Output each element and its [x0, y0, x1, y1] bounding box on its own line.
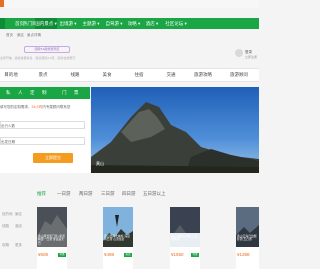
- filter-three-day[interactable]: 三日游: [101, 188, 115, 200]
- mountain-photo: [91, 87, 259, 173]
- nav-item-hotels[interactable]: 酒店 ▾: [143, 18, 161, 29]
- filter-four-day[interactable]: 四日游: [122, 188, 136, 200]
- header-char: 私: [6, 90, 11, 95]
- register-link[interactable]: 立即注册: [245, 55, 257, 59]
- nav-item-community[interactable]: 社区论坛 ▾: [163, 18, 189, 29]
- desc-text: 内专属顾问联系您: [42, 105, 71, 109]
- tab-lodging[interactable]: 住宿: [128, 69, 150, 81]
- tab-routes[interactable]: 线路: [64, 69, 86, 81]
- booking-description: 填写您的定制需求，24小时内专属顾问联系您: [0, 105, 70, 110]
- tab-attractions[interactable]: 景点: [32, 69, 54, 81]
- nav-home-marker[interactable]: [0, 18, 5, 29]
- site-logo[interactable]: [0, 0, 4, 7]
- booking-panel-header: 私 人 定 制 门 票: [0, 87, 90, 99]
- side-link[interactable]: 酒店: [15, 224, 22, 229]
- duration-filter: 推荐 一日游 两日游 三日游 四日游 五日游以上: [0, 188, 259, 200]
- header-char: 定: [30, 90, 35, 95]
- nav-item-theme[interactable]: 主题游 ▾: [81, 18, 101, 29]
- product-card[interactable]: 黄山云海日出摄影团 五日游 ¥1388: [236, 207, 259, 269]
- breadcrumb-item[interactable]: 景区: [17, 33, 24, 38]
- nav-item-self-drive[interactable]: 自驾游 ▾: [104, 18, 124, 29]
- rating-tag: 国家5A级旅游景区: [24, 46, 70, 53]
- product-price: ¥608: [38, 252, 49, 257]
- desc-highlight: 24小时: [31, 105, 43, 109]
- breadcrumb-item[interactable]: 首页: [6, 33, 13, 38]
- travelers-field[interactable]: 出行人数: [0, 121, 85, 129]
- product-price: ¥1550: [171, 252, 184, 257]
- product-card[interactable]: 黄山+宏村+西递 三日经典游 ¥1550 特惠: [170, 207, 200, 269]
- avatar[interactable]: [235, 49, 243, 57]
- tab-food[interactable]: 美食: [96, 69, 118, 81]
- header-char: 门: [62, 90, 67, 95]
- side-link[interactable]: 更多: [15, 243, 22, 248]
- attraction-summary: 全年开放 · 适合春夏秋冬 · 建议游玩2-3天 · 实时在线预订: [0, 56, 76, 60]
- tab-destination[interactable]: 目的地: [0, 69, 22, 81]
- date-field[interactable]: 出发日期: [0, 137, 85, 145]
- hero-caption: 黄山: [96, 161, 104, 166]
- filter-recommended[interactable]: 推荐: [37, 188, 46, 200]
- product-title: 黄山西海大峡谷 深度两日游 山顶住宿: [104, 234, 130, 242]
- side-link[interactable]: 景区: [15, 212, 22, 217]
- product-card[interactable]: 黄山西海大峡谷 深度两日游 山顶住宿 ¥498 热卖: [103, 207, 133, 269]
- product-title: 黄山云海日出摄影团 五日游: [237, 234, 257, 242]
- product-badge: 热卖: [124, 253, 132, 257]
- header-char: 制: [42, 90, 47, 95]
- header-char: 人: [18, 90, 23, 95]
- side-link[interactable]: 目的地: [2, 212, 13, 217]
- product-price: ¥1388: [237, 252, 250, 257]
- side-link[interactable]: 线路: [2, 224, 9, 229]
- product-price: ¥498: [104, 252, 115, 257]
- tab-travel-advisor[interactable]: 旅游顾问: [224, 69, 254, 81]
- hero-image: 黄山: [91, 87, 259, 173]
- nav-item-domestic[interactable]: 国内景点 ▾: [35, 18, 57, 29]
- product-badge: 特惠: [191, 253, 199, 257]
- top-utility-bar: [0, 0, 259, 8]
- category-tabs: 目的地 景点 线路 美食 住宿 交通 旅游攻略 旅游顾问: [0, 68, 259, 82]
- filter-one-day[interactable]: 一日游: [57, 188, 71, 200]
- breadcrumb-item: 景点详情: [27, 33, 41, 37]
- submit-button[interactable]: 立即提交: [33, 153, 73, 163]
- product-badge: 特惠: [58, 253, 66, 257]
- product-title: 黄山风景区门票+索道 精选一日游 含往返大巴: [38, 234, 65, 245]
- tab-travel-guide[interactable]: 旅游攻略: [192, 69, 214, 81]
- filter-two-day[interactable]: 两日游: [79, 188, 93, 200]
- desc-text: 填写您的定制需求，: [0, 105, 32, 109]
- nav-item-outbound[interactable]: 出境游 ▾: [58, 18, 78, 29]
- side-link[interactable]: 攻略: [2, 243, 9, 248]
- filter-five-plus-day[interactable]: 五日游以上: [143, 188, 166, 200]
- main-navigation: 首页 热门目的地 ▾ 国内景点 ▾ 出境游 ▾ 主题游 ▾ 自驾游 ▾ 攻略 ▾…: [0, 18, 259, 29]
- header-char: 票: [74, 90, 79, 95]
- product-title: 黄山+宏村+西递 三日经典游: [171, 234, 198, 242]
- tab-transport[interactable]: 交通: [160, 69, 182, 81]
- nav-item-guides[interactable]: 攻略 ▾: [126, 18, 142, 29]
- product-card[interactable]: 黄山风景区门票+索道 精选一日游 含往返大巴 ¥608 特惠: [37, 207, 67, 269]
